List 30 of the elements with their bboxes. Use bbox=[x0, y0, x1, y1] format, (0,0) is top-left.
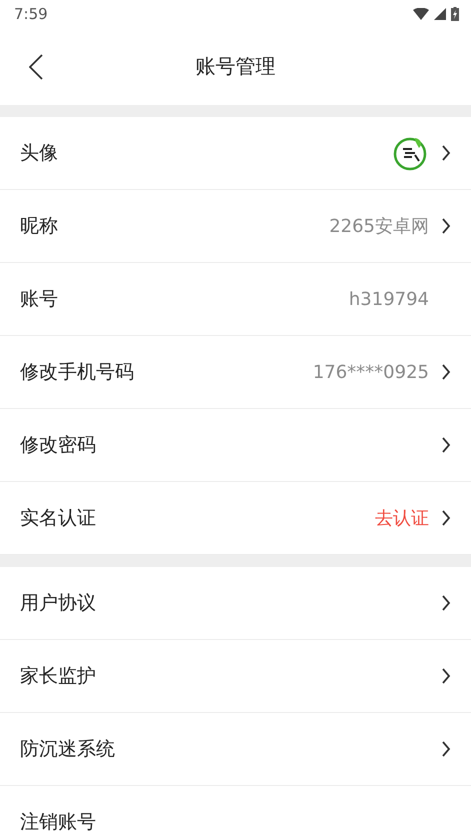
page-title: 账号管理 bbox=[196, 53, 276, 80]
settings-row[interactable]: 注销账号 bbox=[0, 786, 471, 837]
row-label: 家长监护 bbox=[20, 664, 97, 689]
settings-row[interactable]: 修改密码 bbox=[0, 409, 471, 482]
settings-row[interactable]: 防沉迷系统 bbox=[0, 713, 471, 786]
row-label: 昵称 bbox=[20, 214, 59, 239]
settings-row[interactable]: 家长监护 bbox=[0, 640, 471, 713]
row-value: 176****0925 bbox=[312, 362, 429, 382]
row-label: 头像 bbox=[20, 141, 59, 166]
status-time: 7:59 bbox=[14, 5, 48, 23]
row-value: 去认证 bbox=[375, 507, 429, 530]
row-label: 修改密码 bbox=[20, 433, 97, 458]
row-label: 账号 bbox=[20, 287, 59, 312]
row-label: 用户协议 bbox=[20, 591, 97, 616]
row-label: 实名认证 bbox=[20, 506, 97, 531]
settings-row[interactable]: 头像 bbox=[0, 117, 471, 190]
settings-row[interactable]: 用户协议 bbox=[0, 567, 471, 640]
battery-icon bbox=[451, 7, 459, 21]
settings-row[interactable]: 昵称 2265安卓网 bbox=[0, 190, 471, 263]
settings-row[interactable]: 修改手机号码 176****0925 bbox=[0, 336, 471, 409]
row-label: 防沉迷系统 bbox=[20, 737, 116, 762]
settings-row[interactable]: 账号 h319794 bbox=[0, 263, 471, 336]
wifi-icon bbox=[413, 8, 429, 20]
back-icon bbox=[29, 54, 43, 80]
row-label: 修改手机号码 bbox=[20, 360, 135, 385]
avatar-icon bbox=[393, 135, 429, 171]
signal-icon bbox=[434, 8, 446, 20]
row-label: 注销账号 bbox=[20, 810, 97, 835]
row-value: 2265安卓网 bbox=[329, 215, 429, 238]
row-value: h319794 bbox=[348, 288, 429, 310]
